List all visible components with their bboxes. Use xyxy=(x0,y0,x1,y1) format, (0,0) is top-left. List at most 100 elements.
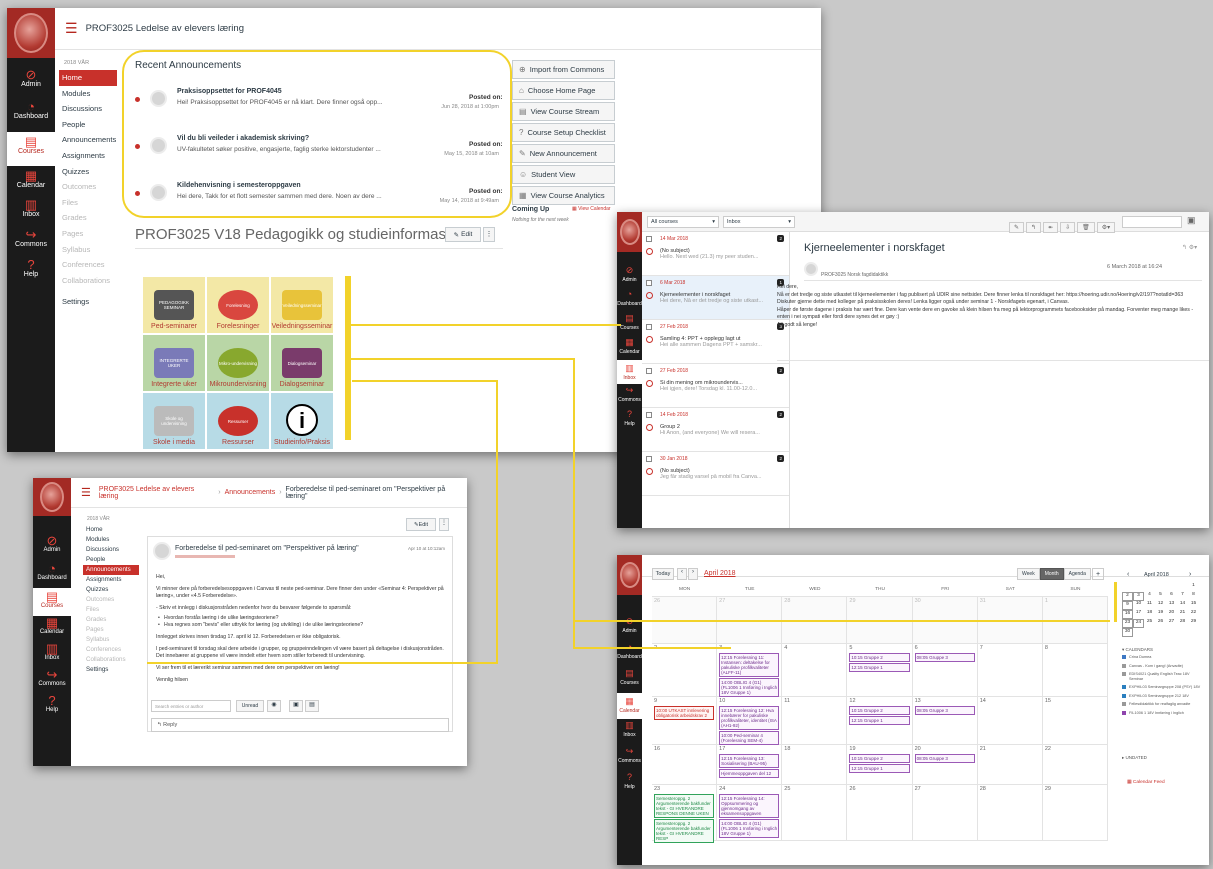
mini-day[interactable]: 9 xyxy=(1122,601,1133,610)
calendar-event[interactable]: 10:00 Ped-seminar 4 (Forelesning SEM-4) xyxy=(719,731,780,745)
calendar-event[interactable]: 12:15 Forelesning 13: Sosialisering (BAU… xyxy=(719,754,780,768)
mini-day[interactable]: 1 xyxy=(1188,583,1199,592)
day-cell[interactable]: 10 12:15 Forelesning 12: Hva innebærer fo… xyxy=(717,697,783,745)
nav-dashboard[interactable]: ◔Dashboard xyxy=(617,641,642,667)
hamburger-icon[interactable]: ☰ xyxy=(81,486,91,499)
day-cell[interactable]: 22 xyxy=(1042,745,1108,785)
calendar-list-item[interactable]: EXPHIL03 Seminargruppe 212 18V xyxy=(1122,693,1204,699)
course-tile[interactable]: INTEGRERTE UKER Integrerte uker xyxy=(142,334,206,392)
day-cell[interactable]: 14 xyxy=(977,697,1043,745)
calendar-event[interactable]: 12:15 Forelesning 14: Oppsummering og gj… xyxy=(719,794,780,818)
mini-day[interactable]: 22 xyxy=(1188,610,1199,619)
mini-day[interactable]: 14 xyxy=(1177,601,1188,610)
message-checkbox[interactable] xyxy=(646,412,652,418)
calendar-event[interactable]: 14:00 OBLIG 4 (G1) (FL1006 1 Innføring i… xyxy=(719,678,780,697)
view-calendar-link[interactable]: ▦ View Calendar xyxy=(572,206,611,212)
student-view-button[interactable]: ☺ Student View xyxy=(512,165,615,184)
mini-day[interactable]: 2 xyxy=(1122,592,1133,601)
undated-heading[interactable]: ▸ UNDATED xyxy=(1122,755,1147,761)
calendar-event[interactable]: 10:15 Gruppe 2 xyxy=(849,706,910,715)
message-list-item[interactable]: 14 Feb 2018 2 Group 2 Hi Anon, (and everyon… xyxy=(642,408,789,452)
today-button[interactable]: Today xyxy=(652,568,674,580)
university-logo[interactable] xyxy=(33,478,71,516)
course-nav-item[interactable]: Collaborations xyxy=(59,273,117,289)
course-tile[interactable]: Forelesning Forelesninger xyxy=(206,276,270,334)
course-nav-item[interactable]: Collaborations xyxy=(83,655,139,665)
course-tile[interactable]: PEDAGOGIKK SEMINAR Ped-seminarer xyxy=(142,276,206,334)
calendar-color-swatch[interactable] xyxy=(1122,672,1126,676)
mini-day[interactable] xyxy=(1122,583,1133,592)
calendar-list-item[interactable]: EDIS4021 Quality English Teac 18V Semina… xyxy=(1122,672,1204,681)
nav-calendar[interactable]: ▦ Calendar xyxy=(617,336,642,360)
mini-day[interactable]: 17 xyxy=(1133,610,1144,619)
address-book-icon[interactable]: ▣ xyxy=(1187,215,1196,226)
unread-filter-button[interactable]: Unread xyxy=(236,700,264,712)
import-from-commons-button[interactable]: ⊕ Import from Commons xyxy=(512,60,615,79)
course-nav-item[interactable]: People xyxy=(59,117,117,133)
announcement-title[interactable]: Praksisoppsettet for PROF4045 xyxy=(177,88,282,95)
view-course-stream-button[interactable]: ▤ View Course Stream xyxy=(512,102,615,121)
course-nav-item[interactable]: Assignments xyxy=(59,148,117,164)
day-cell[interactable]: 29 xyxy=(1042,785,1108,841)
message-list-item[interactable]: 14 Mar 2018 2 (No subject) Hello. Next wed … xyxy=(642,232,789,276)
nav-help[interactable]: ? Help xyxy=(617,408,642,432)
calendar-color-swatch[interactable] xyxy=(1122,663,1126,668)
course-nav-item[interactable]: Grades xyxy=(59,210,117,226)
breadcrumb-course[interactable]: PROF3025 Ledelse av elevers læring xyxy=(99,486,214,500)
day-cell[interactable]: 8 xyxy=(1042,644,1108,697)
calendar-event[interactable]: 12:15 Gruppe 1 xyxy=(849,716,910,725)
day-cell[interactable]: 15 xyxy=(1042,697,1108,745)
course-nav-item[interactable]: Grades xyxy=(83,615,139,625)
reply-icon[interactable]: ↰ xyxy=(1026,222,1042,233)
nav-admin[interactable]: ⊘Admin xyxy=(33,534,71,562)
mini-prev-icon[interactable]: ‹ xyxy=(1127,571,1129,578)
calendar-event[interactable]: 12:15 Forelesning 11: Instansen: deltake… xyxy=(719,653,780,677)
course-nav-item[interactable]: Quizzes xyxy=(83,585,139,595)
mini-day[interactable]: 26 xyxy=(1155,619,1166,628)
inbox-search-input[interactable] xyxy=(1122,216,1182,228)
mini-day[interactable]: 19 xyxy=(1155,610,1166,619)
mini-day[interactable]: 21 xyxy=(1177,610,1188,619)
course-tile[interactable]: Skole og undervisning Skole i media xyxy=(142,392,206,450)
nav-admin[interactable]: ⊘Admin xyxy=(617,615,642,641)
mini-day[interactable]: 11 xyxy=(1144,601,1155,610)
day-cell[interactable]: 21 xyxy=(977,745,1043,785)
course-nav-item[interactable]: Pages xyxy=(83,625,139,635)
day-cell[interactable]: 12 10:15 Gruppe 2 12:15 Gruppe 1 xyxy=(847,697,913,745)
calendar-event[interactable]: 12:15 Gruppe 1 xyxy=(849,764,910,773)
add-event-button[interactable]: + xyxy=(1092,568,1104,580)
month-title[interactable]: April 2018 xyxy=(704,570,736,577)
calendar-event[interactable]: Semesteroppg. 2 Argumenterende bakfunder… xyxy=(654,819,715,843)
nav-admin[interactable]: ⊘Admin xyxy=(617,264,642,288)
message-checkbox[interactable] xyxy=(646,456,652,462)
course-tile[interactable]: Dialogseminar Dialogseminar xyxy=(270,334,334,392)
unread-indicator-icon[interactable] xyxy=(646,380,653,387)
calendar-event[interactable]: 08:05 Gruppe 3 xyxy=(914,754,975,763)
hamburger-icon[interactable]: ☰ xyxy=(65,20,78,37)
mini-day[interactable]: 23 xyxy=(1122,619,1133,628)
mini-day[interactable]: 6 xyxy=(1166,592,1177,601)
calendar-event[interactable]: 10:00 UTKAST innlevering obligatorisk ar… xyxy=(654,706,715,720)
course-setup-checklist-button[interactable]: ? Course Setup Checklist xyxy=(512,123,615,142)
calendar-list-item[interactable]: Crina Dumea xyxy=(1122,655,1204,660)
message-checkbox[interactable] xyxy=(646,368,652,374)
day-cell[interactable]: 11 xyxy=(782,697,848,745)
course-nav-item[interactable]: Syllabus xyxy=(83,635,139,645)
mini-day[interactable]: 12 xyxy=(1155,601,1166,610)
nav-calendar[interactable]: ▦ Calendar xyxy=(7,166,55,198)
course-nav-item[interactable]: Files xyxy=(59,195,117,211)
course-nav-item[interactable]: Discussions xyxy=(59,101,117,117)
choose-home-page-button[interactable]: ⌂ Choose Home Page xyxy=(512,81,615,100)
mini-day[interactable] xyxy=(1166,583,1177,592)
university-logo[interactable] xyxy=(617,555,642,595)
week-view-button[interactable]: Week xyxy=(1017,568,1040,580)
course-nav-item[interactable]: Settings xyxy=(59,294,117,310)
edit-button[interactable]: ✎ Edit xyxy=(445,227,481,242)
eye-icon[interactable]: ◉ xyxy=(267,700,281,712)
mini-day[interactable]: 3 xyxy=(1133,592,1144,601)
nav-help[interactable]: ? Help xyxy=(33,694,71,720)
day-cell[interactable]: 23 Semesteroppg. 2 Argumenterende bakfund… xyxy=(652,785,718,843)
nav-inbox[interactable]: ▥ Inbox xyxy=(617,360,642,384)
calendar-event[interactable]: 12:15 Forelesning 12: Hva innebærer for … xyxy=(719,706,780,730)
unread-indicator-icon[interactable] xyxy=(646,248,653,255)
